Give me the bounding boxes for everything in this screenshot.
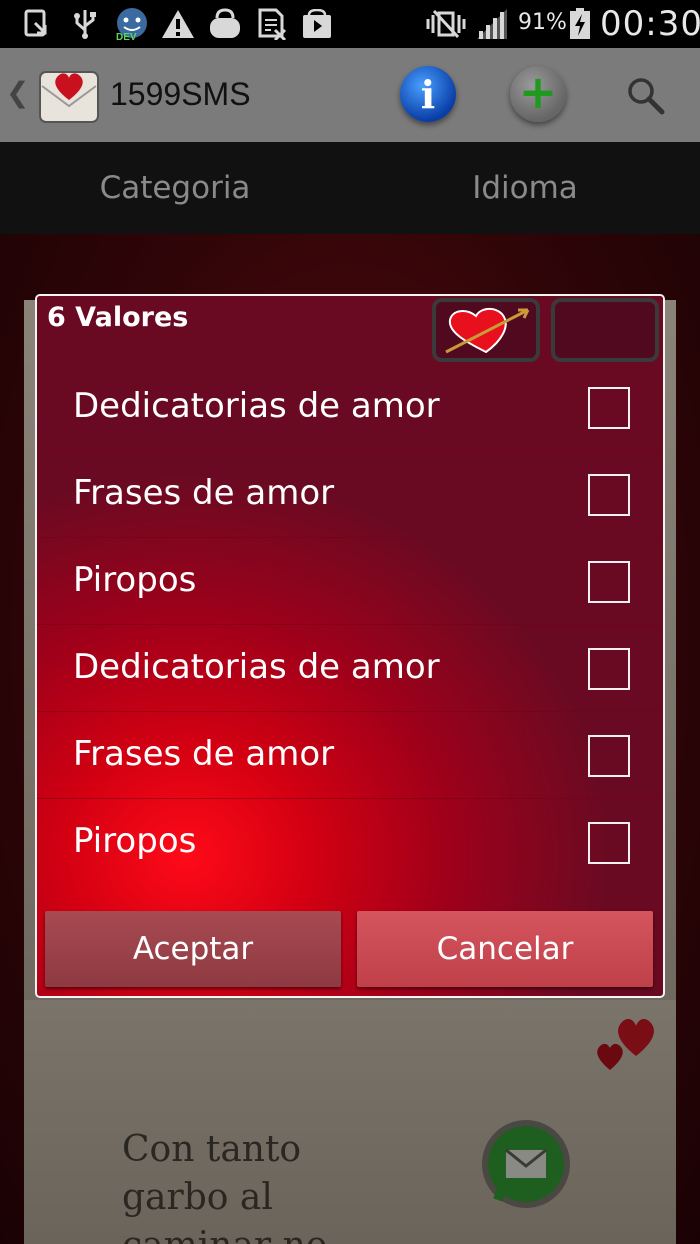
checkbox[interactable] (588, 648, 630, 690)
checkbox[interactable] (588, 561, 630, 603)
list-item[interactable]: Frases de amor (37, 451, 663, 538)
action-bar: ❮ 1599SMS i + (0, 48, 700, 142)
checkbox[interactable] (588, 474, 630, 516)
battery-percent: 91% (518, 10, 567, 35)
accept-button[interactable]: Aceptar (45, 911, 341, 987)
item-label: Piropos (73, 821, 197, 861)
status-bar: DEV 91% 00:30 (0, 0, 700, 48)
item-label: Dedicatorias de amor (73, 386, 440, 426)
heart-arrow-icon[interactable] (432, 298, 540, 362)
checkbox[interactable] (588, 822, 630, 864)
empty-thumbnail[interactable] (551, 298, 659, 362)
warning-icon (158, 8, 198, 40)
svg-text:DEV: DEV (116, 32, 137, 41)
clock: 00:30 (600, 4, 700, 44)
mute-icon (424, 8, 468, 40)
list-item[interactable]: Frases de amor (37, 712, 663, 799)
add-icon[interactable]: + (510, 66, 566, 122)
tab-idioma[interactable]: Idioma (350, 142, 700, 234)
list-item[interactable]: Piropos (37, 538, 663, 625)
options-list: Dedicatorias de amor Frases de amor Piro… (37, 364, 663, 886)
dialog-buttons: Aceptar Cancelar (37, 908, 663, 996)
bag-icon (206, 8, 244, 40)
cancel-button[interactable]: Cancelar (357, 911, 653, 987)
tab-categoria[interactable]: Categoria (0, 142, 350, 234)
list-item[interactable]: Dedicatorias de amor (37, 364, 663, 451)
item-label: Dedicatorias de amor (73, 647, 440, 687)
app-logo-icon[interactable] (38, 66, 100, 126)
info-icon[interactable]: i (400, 66, 456, 122)
hearts-decoration-icon (588, 1010, 668, 1076)
battery-charging-icon (568, 8, 592, 40)
download-icon (22, 8, 52, 40)
checkbox[interactable] (588, 387, 630, 429)
message-share-icon[interactable] (478, 1118, 574, 1214)
category-dialog: 6 Valores Dedicatorias de amor Frases de… (37, 296, 663, 996)
dev-icon: DEV (112, 8, 152, 41)
item-label: Frases de amor (73, 734, 335, 774)
usb-icon (70, 8, 100, 40)
back-chevron-icon[interactable]: ❮ (6, 76, 29, 109)
signal-icon (474, 8, 510, 40)
checkbox[interactable] (588, 735, 630, 777)
item-label: Piropos (73, 560, 197, 600)
item-label: Frases de amor (73, 473, 335, 513)
app-title: 1599SMS (110, 76, 251, 112)
sim-icon (256, 8, 288, 40)
list-item[interactable]: Dedicatorias de amor (37, 625, 663, 712)
play-store-icon (300, 8, 334, 40)
search-icon[interactable] (624, 74, 668, 118)
dialog-title: 6 Valores (47, 302, 189, 333)
message-text: Con tanto garbo al caminar no (122, 1129, 327, 1244)
tab-bar: Categoria Idioma (0, 142, 700, 234)
list-item[interactable]: Piropos (37, 799, 663, 886)
